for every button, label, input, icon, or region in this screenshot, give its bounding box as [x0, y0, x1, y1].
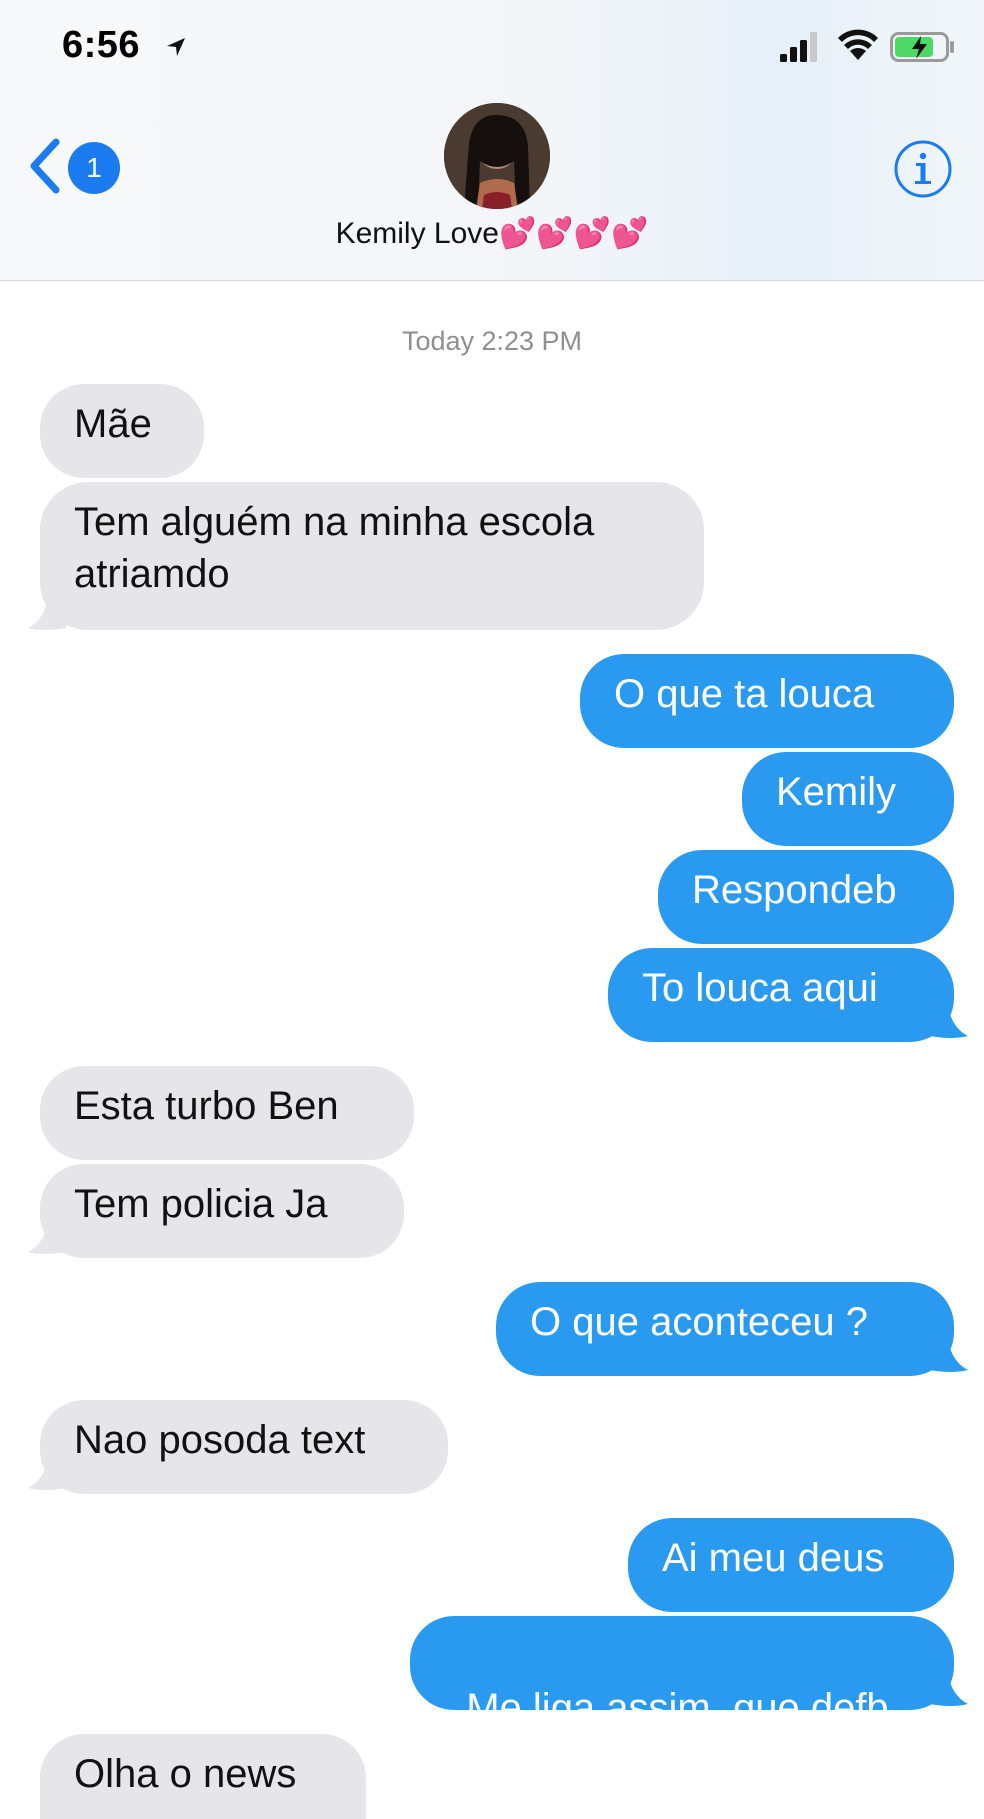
message-text: Me liga assim que defb	[466, 1686, 889, 1730]
back-button[interactable]: 1	[28, 132, 128, 202]
bubble-tail	[28, 1222, 66, 1254]
message-text: O que ta louca	[614, 672, 875, 716]
bubble-tail	[930, 1340, 968, 1372]
received-message-bubble[interactable]: Mãe	[40, 384, 204, 478]
sent-message-bubble[interactable]: O que aconteceu ?	[496, 1282, 954, 1376]
received-message-bubble[interactable]: Nao posoda text	[40, 1400, 448, 1494]
battery-charging-icon	[890, 32, 954, 62]
received-message-bubble[interactable]: Olha o news	[40, 1734, 366, 1819]
bubble-tail	[28, 1458, 66, 1490]
wifi-icon	[838, 29, 878, 60]
contact-avatar[interactable]	[444, 103, 550, 209]
bubble-tail	[930, 1674, 968, 1706]
sent-message-bubble[interactable]: Kemily	[742, 752, 954, 846]
sent-message-bubble[interactable]: To louca aqui	[608, 948, 954, 1042]
back-chevron-icon	[30, 138, 60, 194]
message-text: Mãe	[74, 402, 152, 446]
message-text: Esta turbo Ben	[74, 1084, 339, 1128]
received-message-bubble[interactable]: Tem policia Ja	[40, 1164, 404, 1258]
unread-badge: 1	[68, 142, 120, 194]
bubble-tail	[930, 1006, 968, 1038]
message-text: Nao posoda text	[74, 1418, 366, 1462]
sent-message-bubble[interactable]: O que ta louca	[580, 654, 954, 748]
message-text-line: atriamdo	[74, 552, 230, 596]
bubble-tail	[28, 598, 66, 630]
message-text: O que aconteceu ?	[530, 1300, 869, 1344]
signal-bars-icon	[780, 32, 817, 62]
message-text: To louca aqui	[642, 966, 878, 1010]
message-text: Ai meu deus	[662, 1536, 885, 1580]
message-text-line: Tem alguém na minha escola	[74, 500, 595, 544]
received-message-bubble[interactable]: Esta turbo Ben	[40, 1066, 414, 1160]
received-message-bubble[interactable]: Tem alguém na minha escola atriamdo	[40, 482, 704, 630]
message-text: Olha o news	[74, 1752, 297, 1796]
contact-name[interactable]: Kemily Love💕💕💕💕	[0, 216, 984, 251]
message-text: Kemily	[776, 770, 897, 814]
status-time: 6:56	[62, 24, 141, 66]
sent-message-bubble[interactable]: Ai meu deus	[628, 1518, 954, 1612]
avatar-photo	[444, 103, 550, 209]
message-timestamp: Today 2:23 PM	[401, 326, 583, 356]
message-text: Respondeb	[692, 868, 897, 912]
message-text: Tem policia Ja	[74, 1182, 328, 1226]
conversation-header: 6:56 1 Kemily Love💕💕💕💕	[0, 0, 984, 281]
location-arrow-icon	[167, 38, 185, 56]
sent-message-bubble[interactable]: Respondeb	[658, 850, 954, 944]
info-icon[interactable]	[892, 138, 954, 200]
sent-message-bubble[interactable]: Me liga assim que defb	[410, 1616, 954, 1730]
